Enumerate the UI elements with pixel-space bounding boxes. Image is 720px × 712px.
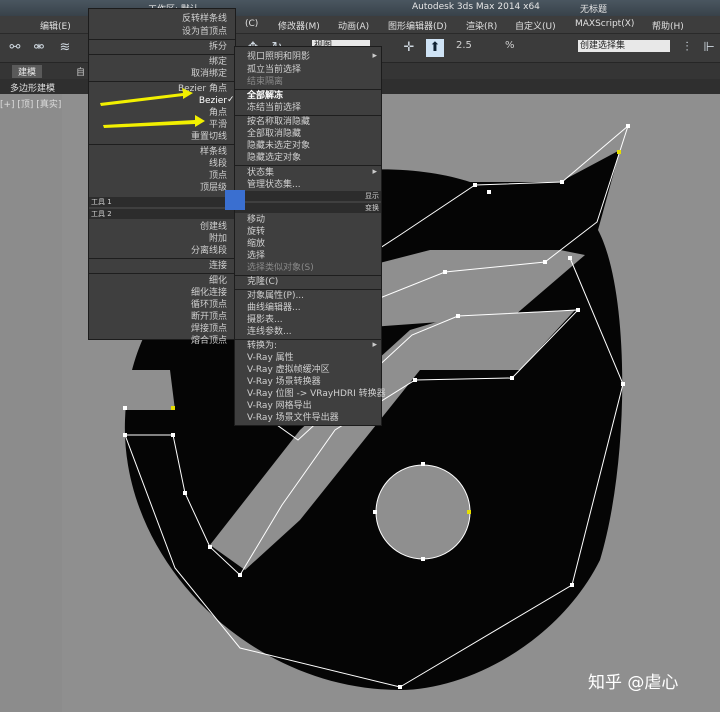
menu-animation[interactable]: 动画(A) [338, 19, 369, 32]
menu-item-make-first[interactable]: 设为首顶点 [182, 26, 227, 38]
menu-item-hide-unselected[interactable]: 隐藏未选定对象 [247, 140, 310, 152]
separator [89, 54, 235, 55]
menu-item-unhide-by-name[interactable]: 按名称取消隐藏 [247, 116, 310, 128]
menu-maxscript[interactable]: MAXScript(X) [575, 19, 634, 29]
menu-item-fuse-vertices[interactable]: 熔合顶点 [191, 335, 227, 347]
menu-item-smooth[interactable]: 平滑 [209, 119, 227, 131]
quad-menu-display: 视口照明和阴影 ▸ 孤立当前选择 结束隔离 全部解冻 冻结当前选择 按名称取消隐… [234, 46, 386, 426]
unlink-icon[interactable]: ⚮ [30, 39, 48, 57]
submenu-arrow-icon: ▸ [372, 167, 377, 177]
menu-rendering[interactable]: 渲染(R) [466, 19, 497, 32]
menu-item-dope-sheet[interactable]: 摄影表... [247, 314, 283, 326]
menu-item-vertex[interactable]: 顶点 [209, 170, 227, 182]
menu-item-vray-mesh-export[interactable]: V-Ray 网格导出 [247, 400, 312, 412]
menu-item-convert-to[interactable]: 转换为: [247, 340, 277, 352]
menu-item-refine-connect[interactable]: 细化连接 [191, 287, 227, 299]
bind-icon[interactable]: ≋ [56, 39, 74, 57]
separator [235, 165, 381, 166]
menu-item-unfreeze-all[interactable]: 全部解冻 [247, 90, 283, 102]
quad-header-tools1: 工具 1 [89, 197, 235, 207]
menu-item-vray-scene-export[interactable]: V-Ray 场景文件导出器 [247, 412, 339, 424]
menu-item-attach[interactable]: 附加 [209, 233, 227, 245]
menu-item-curve-editor[interactable]: 曲线编辑器... [247, 302, 301, 314]
separator [89, 273, 235, 274]
app-title: Autodesk 3ds Max 2014 x64 [412, 2, 540, 12]
menu-item-unhide-all[interactable]: 全部取消隐藏 [247, 128, 301, 140]
menu-item-object-properties[interactable]: 对象属性(P)... [247, 290, 304, 302]
menu-customize[interactable]: 自定义(U) [515, 19, 556, 32]
menu-item-end-isolate[interactable]: 结束隔离 [247, 76, 283, 88]
menu-edit[interactable]: 编辑(E) [40, 19, 71, 32]
menu-item-vray-scene-converter[interactable]: V-Ray 场景转换器 [247, 376, 321, 388]
menu-item-top-level[interactable]: 顶层级 [200, 182, 227, 194]
quad-header-transform: 变换 [235, 203, 381, 213]
menu-item-refine[interactable]: 细化 [209, 275, 227, 287]
menu-item-unbind[interactable]: 取消绑定 [191, 68, 227, 80]
separator [89, 39, 235, 40]
link-icon[interactable]: ⚯ [6, 39, 24, 57]
menu-item-move[interactable]: 移动 [247, 214, 265, 226]
quad-header-display: 显示 [235, 191, 381, 201]
quad-menu-center [225, 190, 245, 210]
submenu-arrow-icon: ▸ [372, 340, 377, 350]
menu-item-segment[interactable]: 线段 [209, 158, 227, 170]
separator [89, 144, 235, 145]
menu-item-state-sets[interactable]: 状态集 [247, 167, 274, 179]
menu-c[interactable]: (C) [245, 19, 258, 29]
menu-item-cycle-vertices[interactable]: 循环顶点 [191, 299, 227, 311]
shape-gap-left [125, 370, 175, 410]
align-icon[interactable]: ⊩ [700, 39, 718, 57]
menu-modifiers[interactable]: 修改器(M) [278, 19, 320, 32]
menu-item-create-line[interactable]: 创建线 [200, 221, 227, 233]
menu-item-break-vertices[interactable]: 断开顶点 [191, 311, 227, 323]
menu-item-reverse-spline[interactable]: 反转样条线 [182, 13, 227, 25]
watermark: 知乎 @虐心 [588, 673, 679, 693]
menu-item-weld-vertices[interactable]: 焊接顶点 [191, 323, 227, 335]
submenu-arrow-icon: ▸ [372, 51, 377, 61]
menu-graph-editors[interactable]: 图形编辑器(D) [388, 19, 447, 32]
menu-item-vray-bitmap-converter[interactable]: V-Ray 位图 -> VRayHDRI 转换器 [247, 388, 386, 400]
menu-item-spline[interactable]: 样条线 [200, 146, 227, 158]
snap-value[interactable]: 2.5 [456, 40, 472, 51]
menu-item-clone[interactable]: 克隆(C) [247, 276, 278, 288]
separator [89, 258, 235, 259]
menu-item-vray-properties[interactable]: V-Ray 属性 [247, 352, 294, 364]
menu-item-viewport-lighting[interactable]: 视口照明和阴影 [247, 51, 310, 63]
separator [89, 81, 235, 82]
menu-item-vray-frame-buffer[interactable]: V-Ray 虚拟帧缓冲区 [247, 364, 330, 376]
menu-item-wire-parameters[interactable]: 连线参数... [247, 326, 292, 338]
menu-item-manage-state-sets[interactable]: 管理状态集... [247, 179, 301, 191]
arrow-to-bezier [100, 88, 193, 106]
viewport-label[interactable]: [+] [顶] [真实] [0, 97, 61, 110]
annotation-arrows [100, 88, 205, 128]
menu-item-freeze-selection[interactable]: 冻结当前选择 [247, 102, 301, 114]
menu-item-isolate[interactable]: 孤立当前选择 [247, 64, 301, 76]
tab-other[interactable]: 自 [76, 65, 85, 78]
quad-menu-tools: 反转样条线 设为首顶点 拆分 绑定 取消绑定 Bezier 角点 Bezier … [88, 8, 236, 346]
menu-help[interactable]: 帮助(H) [652, 19, 684, 32]
tab-modeling[interactable]: 建模 [12, 65, 43, 78]
pivot-icon[interactable]: ✛ [400, 39, 418, 57]
viewport-left-margin [0, 94, 62, 712]
menu-item-rotate[interactable]: 旋转 [247, 226, 265, 238]
file-title: 无标题 [580, 5, 608, 15]
percent-snap[interactable]: % [505, 40, 515, 51]
select-manipulate-icon[interactable]: ⬆ [426, 39, 444, 57]
menu-item-connect[interactable]: 连接 [209, 260, 227, 272]
selection-set-dropdown[interactable]: 创建选择集 [578, 40, 670, 52]
quad-header-tools2: 工具 2 [89, 209, 235, 219]
center-hole [375, 464, 471, 560]
menu-item-scale[interactable]: 缩放 [247, 238, 265, 250]
arrow-to-smooth [103, 115, 205, 128]
menu-item-detach-segment[interactable]: 分离线段 [191, 245, 227, 257]
menu-item-bind[interactable]: 绑定 [209, 56, 227, 68]
mirror-icon[interactable]: ⫶ [678, 39, 696, 57]
menu-item-divide[interactable]: 拆分 [209, 41, 227, 53]
menu-item-select-similar[interactable]: 选择类似对象(S) [247, 262, 314, 274]
menu-item-hide-selection[interactable]: 隐藏选定对象 [247, 152, 301, 164]
poly-modeling-label[interactable]: 多边形建模 [10, 81, 55, 94]
menu-item-select[interactable]: 选择 [247, 250, 265, 262]
menu-item-corner[interactable]: 角点 [209, 107, 227, 119]
